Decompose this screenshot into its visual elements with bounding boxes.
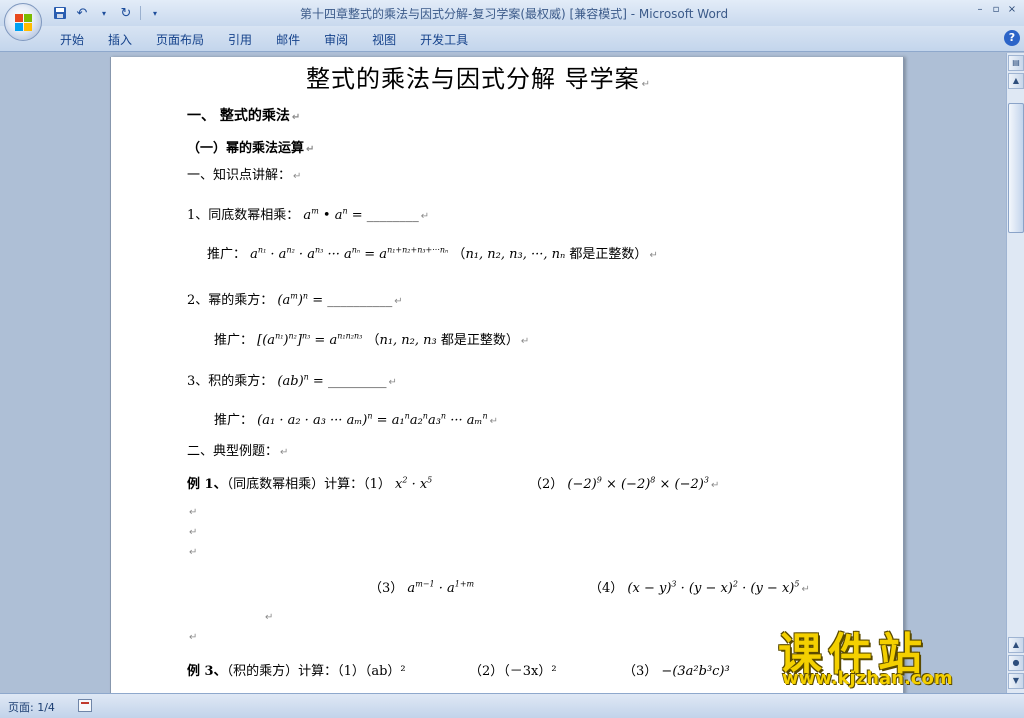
customize-toolbar-icon[interactable]: ▾ — [147, 5, 163, 21]
tab-review[interactable]: 审阅 — [312, 31, 360, 49]
part1-heading-line: 一、知识点讲解： ↵ — [187, 168, 302, 183]
empty-paragraph: ↵ — [189, 507, 198, 518]
tab-mailings[interactable]: 邮件 — [264, 31, 312, 49]
previous-page-button[interactable]: ▲ — [1008, 637, 1024, 653]
example1-expr2: (−2)9 × (−2)8 × (−2)3 — [567, 475, 709, 492]
rule2-formula: (am)n = __________ — [277, 291, 393, 308]
example3-part2: （2）（－3x）² — [469, 664, 557, 679]
example3-line: 例 3、（积的乘方）计算：（1）（ab）² — [187, 664, 406, 679]
document-title: 整式的乘法与因式分解 导学案 ↵ — [306, 65, 652, 93]
rule2-ext-note: （n₁, n₂, n₃ 都是正整数） — [366, 333, 519, 348]
maximize-button[interactable]: ▫ — [988, 2, 1004, 18]
example1-part3: （3） am−1 · a1+m — [369, 579, 475, 596]
vertical-scrollbar[interactable]: ▤ ▲ ▲ ● ▼ — [1006, 53, 1024, 693]
section-heading: 一、 整式的乘法 ↵ — [187, 108, 301, 124]
page-counter[interactable]: 页面: 1/4 — [8, 699, 55, 715]
minimize-button[interactable]: – — [972, 2, 988, 18]
undo-icon[interactable]: ↶ — [74, 5, 90, 21]
example1-part2: （2） (−2)9 × (−2)8 × (−2)3 ↵ — [529, 475, 720, 492]
redo-icon[interactable]: ↻ — [118, 5, 134, 21]
part2-heading-line: 二、典型例题： ↵ — [187, 444, 289, 459]
example1-expr4: (x − y)3 · (y − x)2 · (y − x)5 — [627, 579, 800, 596]
scroll-thumb[interactable] — [1008, 103, 1024, 233]
proofing-icon[interactable] — [78, 699, 92, 712]
watermark-logo: 课件站 www.kjzhan.com — [774, 622, 1004, 692]
status-bar: 页面: 1/4 — [0, 693, 1024, 718]
example3-label: 例 3、 — [187, 664, 227, 679]
quick-access-toolbar: ↶ ▾ ↻ ▾ — [52, 4, 163, 22]
empty-paragraph: ↵ — [265, 612, 274, 623]
tab-insert[interactable]: 插入 — [96, 31, 144, 49]
undo-dropdown-icon[interactable]: ▾ — [96, 5, 112, 21]
browse-object-button[interactable]: ● — [1008, 655, 1024, 671]
close-button[interactable]: × — [1004, 2, 1020, 18]
next-page-button[interactable]: ▼ — [1008, 673, 1024, 689]
ribbon-tab-bar: 开始 插入 页面布局 引用 邮件 审阅 视图 开发工具 — [0, 26, 1024, 52]
help-icon[interactable]: ? — [1004, 30, 1020, 46]
example1-part4: （4） (x − y)3 · (y − x)2 · (y − x)5 ↵ — [589, 579, 810, 596]
rule1-generalization: 推广： an₁ · an₂ · an₃ ··· anₙ = an₁+n₂+n₃+… — [207, 245, 658, 262]
tab-view[interactable]: 视图 — [360, 31, 408, 49]
rule1-formula: am • an = ________ — [303, 206, 419, 223]
subsection-heading: （一）幂的乘法运算 ↵ — [187, 141, 315, 156]
office-logo-icon — [15, 14, 32, 31]
rule2-generalization: 推广： [(an₁)n₂]n₃ = an₁n₂n₃ （n₁, n₂, n₃ 都是… — [214, 331, 530, 348]
part2-heading: 二、典型例题： — [187, 444, 279, 459]
document-name: 第十四章整式的乘法与因式分解-复习学案(最权威) [兼容模式] — [300, 7, 627, 21]
example1-line: 例 1、（同底数幂相乘）计算：（1） x2 · x5 — [187, 475, 433, 492]
example1-expr1: x2 · x5 — [395, 475, 433, 492]
toolbar-separator — [140, 6, 141, 20]
tab-references[interactable]: 引用 — [216, 31, 264, 49]
part1-heading: 一、知识点讲解： — [187, 168, 292, 183]
empty-paragraph: ↵ — [189, 527, 198, 538]
rule1-line: 1、同底数幂相乘： am • an = ________ ↵ — [187, 206, 430, 223]
example3-part3: （3） −(3a²b³c)³ — [623, 664, 730, 679]
rule2-ext-formula: [(an₁)n₂]n₃ = an₁n₂n₃ — [257, 331, 363, 348]
tab-page-layout[interactable]: 页面布局 — [144, 31, 216, 49]
ruler-toggle-icon[interactable]: ▤ — [1008, 55, 1024, 71]
scroll-up-button[interactable]: ▲ — [1008, 73, 1024, 89]
empty-paragraph: ↵ — [189, 547, 198, 558]
example3-expr3: −(3a²b³c)³ — [661, 664, 730, 679]
app-name: Microsoft Word — [638, 7, 729, 21]
empty-paragraph: ↵ — [189, 632, 198, 643]
rule3-formula: (ab)n = _________ — [277, 372, 387, 389]
example1-label: 例 1、 — [187, 477, 227, 492]
rule3-line: 3、积的乘方： (ab)n = _________ ↵ — [187, 372, 397, 389]
rule3-ext-formula: (a₁ · a₂ · a₃ ··· aₘ)n = a₁na₂na₃n ··· a… — [257, 411, 488, 428]
title-bar: ↶ ▾ ↻ ▾ 第十四章整式的乘法与因式分解-复习学案(最权威) [兼容模式] … — [0, 0, 1024, 26]
save-icon[interactable] — [52, 5, 68, 21]
rule2-line: 2、幂的乘方： (am)n = __________ ↵ — [187, 291, 403, 308]
document-page[interactable]: 整式的乘法与因式分解 导学案 ↵ 一、 整式的乘法 ↵ （一）幂的乘法运算 ↵ 一、知… — [110, 57, 904, 693]
document-area[interactable]: 整式的乘法与因式分解 导学案 ↵ 一、 整式的乘法 ↵ （一）幂的乘法运算 ↵ 一、知… — [0, 53, 1006, 693]
window-controls: – ▫ × — [972, 2, 1020, 18]
rule1-ext-formula: an₁ · an₂ · an₃ ··· anₙ = an₁+n₂+n₃+···n… — [250, 245, 449, 262]
office-button[interactable] — [4, 3, 42, 41]
watermark-url: www.kjzhan.com — [782, 668, 953, 689]
tab-home[interactable]: 开始 — [48, 31, 96, 49]
rule1-ext-note: （n₁, n₂, n₃, ···, nₙ 都是正整数） — [452, 247, 648, 262]
rule3-generalization: 推广： (a₁ · a₂ · a₃ ··· aₘ)n = a₁na₂na₃n ·… — [214, 411, 498, 428]
ribbon-tabs: 开始 插入 页面布局 引用 邮件 审阅 视图 开发工具 — [48, 31, 480, 49]
window-title: 第十四章整式的乘法与因式分解-复习学案(最权威) [兼容模式] - Micros… — [300, 7, 729, 21]
example1-expr3: am−1 · a1+m — [407, 579, 475, 596]
tab-developer[interactable]: 开发工具 — [408, 31, 480, 49]
